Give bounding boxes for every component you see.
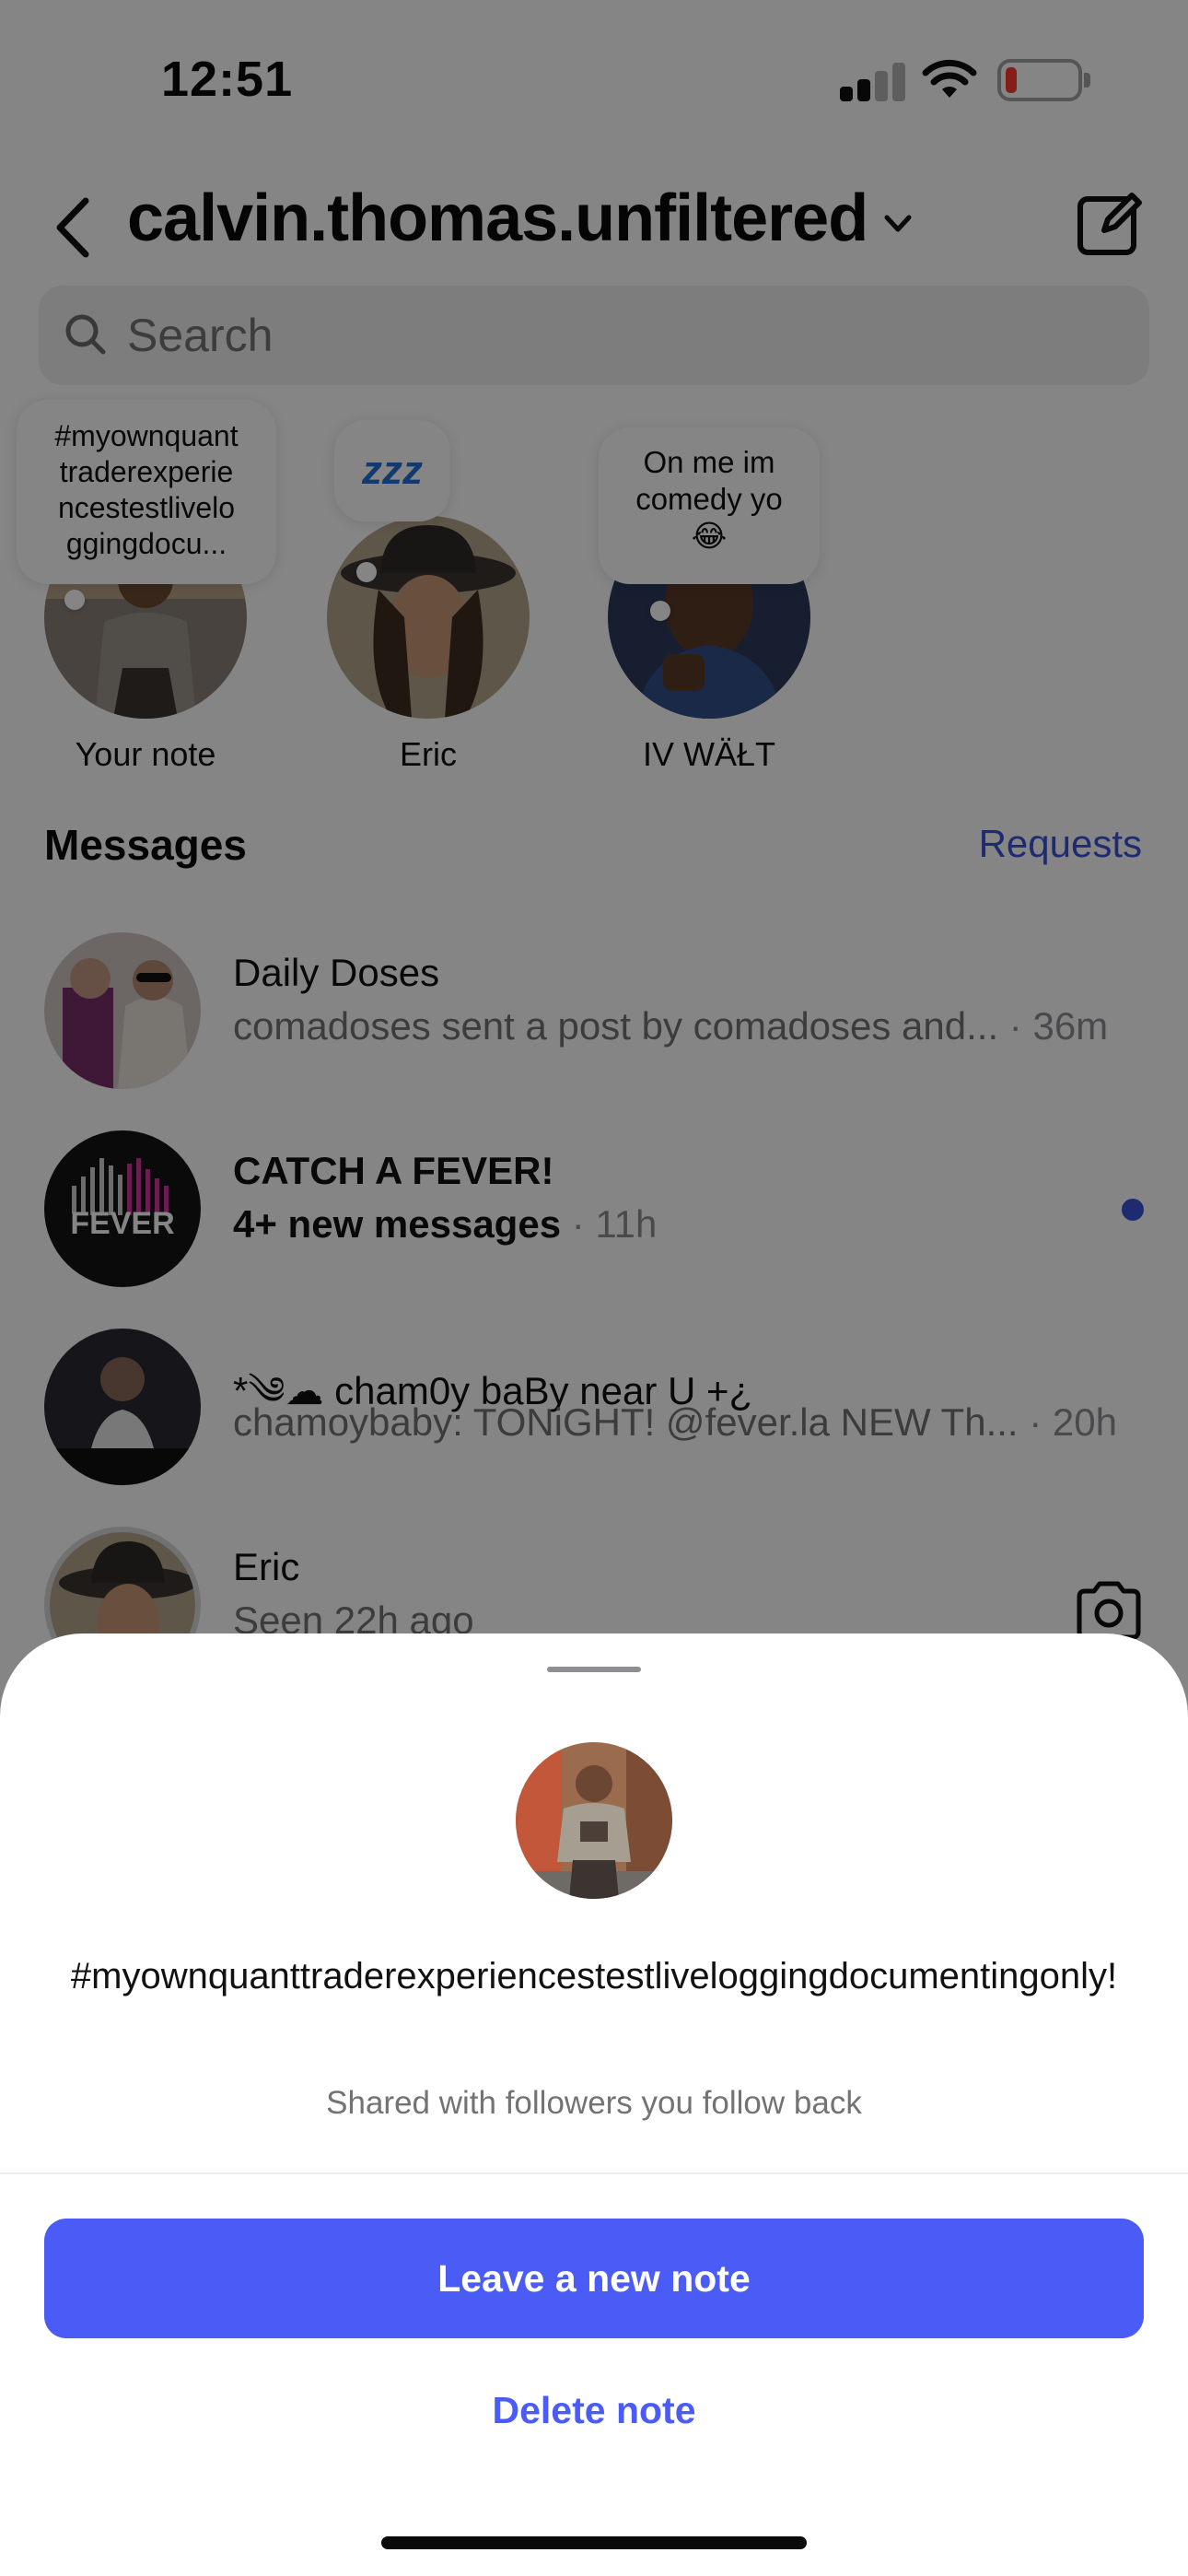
note-audience: Shared with followers you follow back (326, 2085, 862, 2121)
sheet-grabber[interactable] (547, 1667, 641, 1672)
leave-new-note-button[interactable]: Leave a new note (44, 2219, 1144, 2338)
home-indicator[interactable] (381, 2536, 807, 2549)
note-text: #myownquanttraderexperiencestestlivelogg… (70, 1956, 1118, 1996)
divider (0, 2172, 1188, 2174)
delete-note-button[interactable]: Delete note (0, 2389, 1188, 2432)
note-actions-sheet: #myownquanttraderexperiencestestlivelogg… (0, 1633, 1188, 2576)
avatar (516, 1742, 672, 1899)
